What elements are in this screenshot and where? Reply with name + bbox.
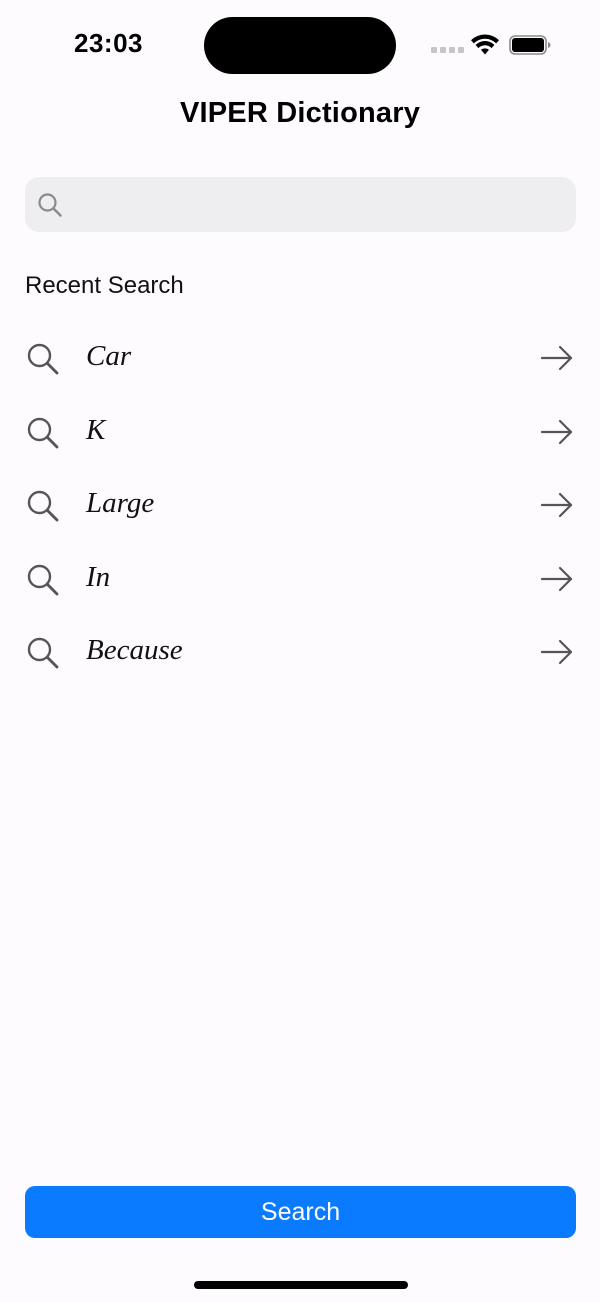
arrow-right-icon xyxy=(540,492,573,518)
search-icon xyxy=(27,417,59,448)
dynamic-island xyxy=(204,17,396,74)
search-icon xyxy=(27,564,59,595)
search-icon xyxy=(27,637,59,669)
recent-search-label: Car xyxy=(86,340,132,372)
search-button[interactable]: Search xyxy=(25,1186,576,1238)
arrow-right-icon xyxy=(540,419,573,444)
cellular-signal-icon xyxy=(431,47,464,53)
recent-search-label: K xyxy=(86,413,106,446)
recent-search-item[interactable]: Car xyxy=(0,322,600,396)
arrow-right-icon xyxy=(540,345,573,371)
recent-search-header: Recent Search xyxy=(25,272,184,299)
arrow-right-icon xyxy=(540,639,573,665)
search-icon xyxy=(38,192,62,217)
recent-search-label: Large xyxy=(86,487,155,519)
search-icon xyxy=(27,343,59,375)
recent-search-item[interactable]: K xyxy=(0,396,600,470)
recent-search-label: In xyxy=(86,560,111,593)
recent-search-item[interactable]: Large xyxy=(0,469,600,543)
recent-search-item[interactable]: Because xyxy=(0,616,600,690)
home-indicator[interactable] xyxy=(194,1281,408,1289)
search-icon xyxy=(27,490,59,522)
recent-search-list: Car K Large In Because xyxy=(0,322,600,690)
search-input[interactable] xyxy=(63,177,576,232)
recent-search-label: Because xyxy=(86,634,183,666)
search-bar[interactable] xyxy=(25,177,576,232)
recent-search-item[interactable]: In xyxy=(0,543,600,617)
arrow-right-icon xyxy=(540,566,573,591)
status-bar: 23:03 xyxy=(0,0,600,90)
status-time: 23:03 xyxy=(74,28,143,58)
page-title: VIPER Dictionary xyxy=(179,97,421,129)
battery-icon xyxy=(509,35,551,55)
wifi-icon xyxy=(471,34,499,55)
